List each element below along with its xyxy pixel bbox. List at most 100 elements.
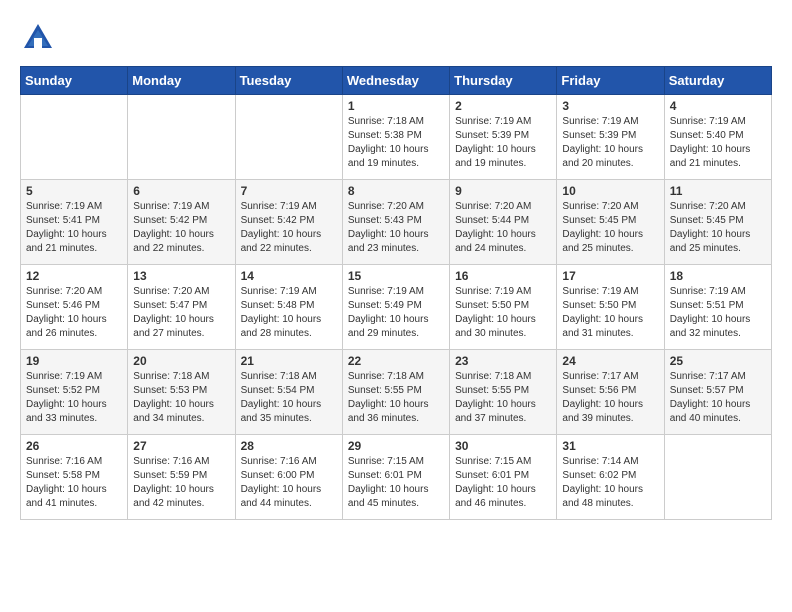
calendar-cell: [664, 435, 771, 520]
calendar-cell: [235, 95, 342, 180]
calendar-cell: 21 Sunrise: 7:18 AM Sunset: 5:54 PM Dayli…: [235, 350, 342, 435]
day-info: Sunrise: 7:20 AM Sunset: 5:45 PM Dayligh…: [670, 200, 766, 256]
calendar-cell: 20Sunrise: 7:18 AM Sunset: 5:53 PM Dayli…: [128, 350, 235, 435]
day-info: Sunrise: 7:19 AM Sunset: 5:50 PM Dayligh…: [562, 285, 658, 341]
calendar-cell: 24Sunrise: 7:17 AM Sunset: 5:56 PM Dayli…: [557, 350, 664, 435]
calendar-cell: 13 Sunrise: 7:20 AM Sunset: 5:47 PM Dayli…: [128, 265, 235, 350]
day-info: Sunrise: 7:20 AM Sunset: 5:44 PM Dayligh…: [455, 200, 551, 256]
week-row-5: 26Sunrise: 7:16 AM Sunset: 5:58 PM Dayli…: [21, 435, 772, 520]
logo: [20, 20, 62, 56]
col-header-wednesday: Wednesday: [342, 67, 449, 95]
day-number: 9: [455, 184, 551, 198]
calendar-cell: 19Sunrise: 7:19 AM Sunset: 5:52 PM Dayli…: [21, 350, 128, 435]
day-number: 11: [670, 184, 766, 198]
day-info: Sunrise: 7:19 AM Sunset: 5:42 PM Dayligh…: [241, 200, 337, 256]
day-number: 1: [348, 99, 444, 113]
week-row-3: 12 Sunrise: 7:20 AM Sunset: 5:46 PM Dayli…: [21, 265, 772, 350]
calendar-cell: 12 Sunrise: 7:20 AM Sunset: 5:46 PM Dayli…: [21, 265, 128, 350]
day-number: 27: [133, 439, 229, 453]
calendar-cell: 23Sunrise: 7:18 AM Sunset: 5:55 PM Dayli…: [450, 350, 557, 435]
calendar-cell: 7 Sunrise: 7:19 AM Sunset: 5:42 PM Daylig…: [235, 180, 342, 265]
day-info: Sunrise: 7:20 AM Sunset: 5:46 PM Dayligh…: [26, 285, 122, 341]
calendar-cell: 11 Sunrise: 7:20 AM Sunset: 5:45 PM Dayli…: [664, 180, 771, 265]
col-header-monday: Monday: [128, 67, 235, 95]
calendar-cell: 1 Sunrise: 7:18 AM Sunset: 5:38 PM Daylig…: [342, 95, 449, 180]
day-info: Sunrise: 7:19 AM Sunset: 5:49 PM Dayligh…: [348, 285, 444, 341]
day-number: 2: [455, 99, 551, 113]
day-number: 20: [133, 354, 229, 368]
day-number: 10: [562, 184, 658, 198]
calendar-header-row: SundayMondayTuesdayWednesdayThursdayFrid…: [21, 67, 772, 95]
calendar-cell: 30 Sunrise: 7:15 AM Sunset: 6:01 PM Dayli…: [450, 435, 557, 520]
calendar-cell: 3 Sunrise: 7:19 AM Sunset: 5:39 PM Daylig…: [557, 95, 664, 180]
week-row-1: 1 Sunrise: 7:18 AM Sunset: 5:38 PM Daylig…: [21, 95, 772, 180]
day-info: Sunrise: 7:20 AM Sunset: 5:43 PM Dayligh…: [348, 200, 444, 256]
day-info: Sunrise: 7:18 AM Sunset: 5:38 PM Dayligh…: [348, 115, 444, 171]
day-number: 21: [241, 354, 337, 368]
day-info: Sunrise: 7:19 AM Sunset: 5:41 PM Dayligh…: [26, 200, 122, 256]
day-info: Sunrise: 7:17 AM Sunset: 5:56 PM Dayligh…: [562, 370, 658, 426]
day-info: Sunrise: 7:20 AM Sunset: 5:47 PM Dayligh…: [133, 285, 229, 341]
day-info: Sunrise: 7:19 AM Sunset: 5:50 PM Dayligh…: [455, 285, 551, 341]
calendar-cell: 6 Sunrise: 7:19 AM Sunset: 5:42 PM Daylig…: [128, 180, 235, 265]
calendar-cell: 10 Sunrise: 7:20 AM Sunset: 5:45 PM Dayli…: [557, 180, 664, 265]
calendar-cell: 2 Sunrise: 7:19 AM Sunset: 5:39 PM Daylig…: [450, 95, 557, 180]
calendar-cell: 26Sunrise: 7:16 AM Sunset: 5:58 PM Dayli…: [21, 435, 128, 520]
day-number: 30: [455, 439, 551, 453]
day-number: 3: [562, 99, 658, 113]
day-number: 12: [26, 269, 122, 283]
day-number: 28: [241, 439, 337, 453]
day-info: Sunrise: 7:19 AM Sunset: 5:52 PM Dayligh…: [26, 370, 122, 426]
day-info: Sunrise: 7:20 AM Sunset: 5:45 PM Dayligh…: [562, 200, 658, 256]
calendar-cell: 4 Sunrise: 7:19 AM Sunset: 5:40 PM Daylig…: [664, 95, 771, 180]
day-number: 17: [562, 269, 658, 283]
day-info: Sunrise: 7:19 AM Sunset: 5:48 PM Dayligh…: [241, 285, 337, 341]
day-number: 4: [670, 99, 766, 113]
day-info: Sunrise: 7:19 AM Sunset: 5:39 PM Dayligh…: [455, 115, 551, 171]
calendar-table: SundayMondayTuesdayWednesdayThursdayFrid…: [20, 66, 772, 520]
calendar-cell: 22 Sunrise: 7:18 AM Sunset: 5:55 PM Dayli…: [342, 350, 449, 435]
calendar-cell: 17 Sunrise: 7:19 AM Sunset: 5:50 PM Dayli…: [557, 265, 664, 350]
day-number: 16: [455, 269, 551, 283]
day-number: 5: [26, 184, 122, 198]
day-number: 23: [455, 354, 551, 368]
day-info: Sunrise: 7:19 AM Sunset: 5:42 PM Dayligh…: [133, 200, 229, 256]
week-row-2: 5 Sunrise: 7:19 AM Sunset: 5:41 PM Daylig…: [21, 180, 772, 265]
day-info: Sunrise: 7:15 AM Sunset: 6:01 PM Dayligh…: [348, 455, 444, 511]
day-number: 14: [241, 269, 337, 283]
day-number: 25: [670, 354, 766, 368]
day-info: Sunrise: 7:16 AM Sunset: 6:00 PM Dayligh…: [241, 455, 337, 511]
day-info: Sunrise: 7:19 AM Sunset: 5:39 PM Dayligh…: [562, 115, 658, 171]
day-number: 31: [562, 439, 658, 453]
day-number: 29: [348, 439, 444, 453]
page-header: [20, 20, 772, 56]
day-info: Sunrise: 7:17 AM Sunset: 5:57 PM Dayligh…: [670, 370, 766, 426]
day-number: 13: [133, 269, 229, 283]
day-number: 8: [348, 184, 444, 198]
calendar-cell: [21, 95, 128, 180]
day-info: Sunrise: 7:16 AM Sunset: 5:58 PM Dayligh…: [26, 455, 122, 511]
calendar-cell: 25 Sunrise: 7:17 AM Sunset: 5:57 PM Dayli…: [664, 350, 771, 435]
calendar-cell: 9 Sunrise: 7:20 AM Sunset: 5:44 PM Daylig…: [450, 180, 557, 265]
day-number: 7: [241, 184, 337, 198]
calendar-cell: 5 Sunrise: 7:19 AM Sunset: 5:41 PM Daylig…: [21, 180, 128, 265]
calendar-cell: [128, 95, 235, 180]
day-number: 15: [348, 269, 444, 283]
day-info: Sunrise: 7:14 AM Sunset: 6:02 PM Dayligh…: [562, 455, 658, 511]
calendar-cell: 27 Sunrise: 7:16 AM Sunset: 5:59 PM Dayli…: [128, 435, 235, 520]
day-info: Sunrise: 7:18 AM Sunset: 5:55 PM Dayligh…: [348, 370, 444, 426]
day-number: 6: [133, 184, 229, 198]
day-number: 18: [670, 269, 766, 283]
calendar-cell: 16 Sunrise: 7:19 AM Sunset: 5:50 PM Dayli…: [450, 265, 557, 350]
calendar-cell: 28 Sunrise: 7:16 AM Sunset: 6:00 PM Dayli…: [235, 435, 342, 520]
calendar-cell: 31 Sunrise: 7:14 AM Sunset: 6:02 PM Dayli…: [557, 435, 664, 520]
day-number: 22: [348, 354, 444, 368]
calendar-cell: 8 Sunrise: 7:20 AM Sunset: 5:43 PM Daylig…: [342, 180, 449, 265]
week-row-4: 19Sunrise: 7:19 AM Sunset: 5:52 PM Dayli…: [21, 350, 772, 435]
day-info: Sunrise: 7:15 AM Sunset: 6:01 PM Dayligh…: [455, 455, 551, 511]
day-info: Sunrise: 7:16 AM Sunset: 5:59 PM Dayligh…: [133, 455, 229, 511]
day-info: Sunrise: 7:18 AM Sunset: 5:54 PM Dayligh…: [241, 370, 337, 426]
col-header-sunday: Sunday: [21, 67, 128, 95]
calendar-cell: 14 Sunrise: 7:19 AM Sunset: 5:48 PM Dayli…: [235, 265, 342, 350]
day-info: Sunrise: 7:19 AM Sunset: 5:40 PM Dayligh…: [670, 115, 766, 171]
